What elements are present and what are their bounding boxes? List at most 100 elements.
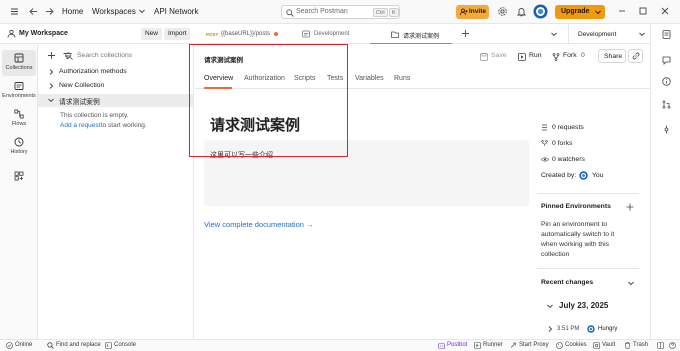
rail-item-collections[interactable]: Collections bbox=[2, 50, 36, 76]
add-tab-icon[interactable] bbox=[461, 29, 470, 38]
trash-button[interactable]: Trash bbox=[633, 342, 648, 348]
chevron-down-icon bbox=[48, 98, 54, 103]
nav-home[interactable]: Home bbox=[62, 7, 83, 16]
tab-request-test-case[interactable]: 请求测试案例 bbox=[370, 24, 452, 44]
avatar[interactable] bbox=[533, 4, 548, 19]
tab-variables[interactable]: Variables bbox=[355, 75, 384, 82]
creator-name: You bbox=[592, 172, 604, 179]
chevron-down-icon[interactable] bbox=[628, 281, 634, 286]
import-button[interactable]: Import bbox=[164, 28, 191, 40]
configure-workspace-icon bbox=[14, 171, 24, 181]
pinned-text-line: Pin an environment to bbox=[541, 221, 608, 228]
runner-icon bbox=[474, 342, 481, 349]
rail-label: Flows bbox=[11, 121, 27, 127]
rail-item-environments[interactable]: Environments bbox=[2, 78, 36, 104]
shortcut-ctrl: Ctrl bbox=[373, 8, 388, 17]
upgrade-button[interactable]: Upgrade bbox=[555, 5, 605, 19]
comments-icon[interactable] bbox=[662, 56, 671, 65]
info-icon[interactable] bbox=[662, 77, 671, 86]
runner-button[interactable]: Runner bbox=[483, 342, 503, 348]
collection-item[interactable]: Authorization methods bbox=[38, 66, 193, 79]
environment-icon bbox=[302, 30, 310, 38]
help-icon[interactable] bbox=[669, 342, 676, 349]
chevron-down-icon[interactable] bbox=[547, 304, 553, 309]
back-arrow-icon[interactable] bbox=[28, 6, 39, 17]
fork-count-stat: 0 forks bbox=[552, 140, 573, 147]
panel-divider bbox=[537, 268, 639, 269]
fork-icon bbox=[552, 53, 560, 61]
link-icon bbox=[632, 52, 640, 60]
start-proxy-button[interactable]: Start Proxy bbox=[519, 342, 549, 348]
environment-selector[interactable]: Development bbox=[568, 24, 650, 44]
collections-sidebar: Search collections Authorization methods… bbox=[38, 44, 194, 339]
collection-item-selected[interactable]: 请求测试案例 bbox=[38, 94, 193, 107]
forward-arrow-icon[interactable] bbox=[44, 6, 55, 17]
view-documentation-link[interactable]: View complete documentation → bbox=[204, 220, 314, 229]
watch-eye-icon bbox=[541, 156, 549, 163]
add-pinned-environment-icon[interactable] bbox=[626, 203, 634, 211]
tab-post-posts[interactable]: POST {{baseURL}}/posts bbox=[195, 24, 290, 44]
notifications-icon[interactable] bbox=[516, 6, 527, 17]
collection-search-input[interactable]: Search collections bbox=[65, 50, 190, 62]
documentation-icon[interactable] bbox=[662, 30, 671, 39]
rail-item-flows[interactable]: Flows bbox=[2, 106, 36, 132]
vault-icon bbox=[593, 342, 600, 349]
cookie-icon bbox=[556, 342, 563, 349]
workspace-tabs-row: My Workspace New Import POST {{baseURL}}… bbox=[0, 24, 650, 44]
collection-icon bbox=[391, 30, 399, 38]
new-button[interactable]: New bbox=[141, 28, 163, 40]
run-icon bbox=[518, 53, 526, 61]
rail-item-history[interactable]: History bbox=[2, 134, 36, 160]
request-count: 0 requests bbox=[552, 124, 584, 131]
online-status[interactable]: Online bbox=[15, 342, 32, 348]
left-icon-rail: Collections Environments Flows History bbox=[0, 44, 38, 339]
tabs-overflow-chevron-icon[interactable] bbox=[551, 32, 557, 37]
invite-button[interactable]: Invite bbox=[456, 5, 489, 19]
workspace-name[interactable]: My Workspace bbox=[19, 30, 68, 37]
chevron-right-icon bbox=[49, 69, 54, 75]
add-request-suffix: to start working. bbox=[99, 122, 147, 129]
workspace-icon bbox=[7, 29, 16, 38]
vault-button[interactable]: Vault bbox=[602, 342, 615, 348]
share-button[interactable]: Share bbox=[598, 49, 626, 63]
add-collection-icon[interactable] bbox=[47, 51, 56, 60]
rail-item-configure[interactable] bbox=[2, 168, 36, 194]
recent-date: July 23, 2025 bbox=[559, 301, 609, 310]
add-user-icon bbox=[460, 8, 468, 16]
postbot-button[interactable]: Postbot bbox=[447, 342, 467, 348]
menu-icon[interactable] bbox=[9, 6, 20, 17]
status-bar: Online Find and replace Console Postbot … bbox=[0, 339, 680, 351]
environments-icon bbox=[14, 81, 24, 91]
chevron-right-icon[interactable] bbox=[548, 326, 553, 332]
search-input[interactable]: Search Postman Ctrl K bbox=[281, 5, 400, 19]
close-icon[interactable] bbox=[660, 6, 670, 16]
settings-icon[interactable] bbox=[497, 6, 508, 17]
rail-label: Environments bbox=[2, 93, 36, 99]
creator-avatar bbox=[579, 171, 588, 180]
find-replace-button[interactable]: Find and replace bbox=[56, 342, 101, 348]
nav-workspaces[interactable]: Workspaces bbox=[92, 7, 136, 16]
pinned-text-line: automatically switch to it bbox=[541, 231, 615, 238]
history-icon bbox=[14, 137, 24, 147]
tab-runs[interactable]: Runs bbox=[394, 75, 410, 82]
run-label: Run bbox=[529, 52, 542, 59]
console-button[interactable]: Console bbox=[114, 342, 136, 348]
recent-user-avatar bbox=[587, 325, 595, 333]
changelog-icon[interactable] bbox=[662, 125, 671, 134]
copy-link-button[interactable] bbox=[628, 49, 643, 63]
layout-icon[interactable] bbox=[657, 342, 664, 349]
cookies-button[interactable]: Cookies bbox=[565, 342, 587, 348]
console-icon bbox=[105, 342, 112, 349]
tab-development[interactable]: Development bbox=[290, 24, 370, 44]
pull-request-icon[interactable] bbox=[662, 100, 671, 109]
nav-api-network[interactable]: API Network bbox=[154, 7, 198, 16]
collections-icon bbox=[14, 53, 24, 63]
online-check-icon bbox=[6, 342, 13, 349]
add-request-link[interactable]: Add a request bbox=[60, 122, 100, 129]
right-icon-rail bbox=[650, 24, 680, 339]
shortcut-k: K bbox=[389, 8, 399, 17]
highlight-annotation-box bbox=[189, 44, 348, 157]
collection-item[interactable]: New Collection bbox=[38, 80, 193, 93]
minimize-icon[interactable] bbox=[617, 6, 627, 16]
maximize-icon[interactable] bbox=[638, 6, 648, 16]
